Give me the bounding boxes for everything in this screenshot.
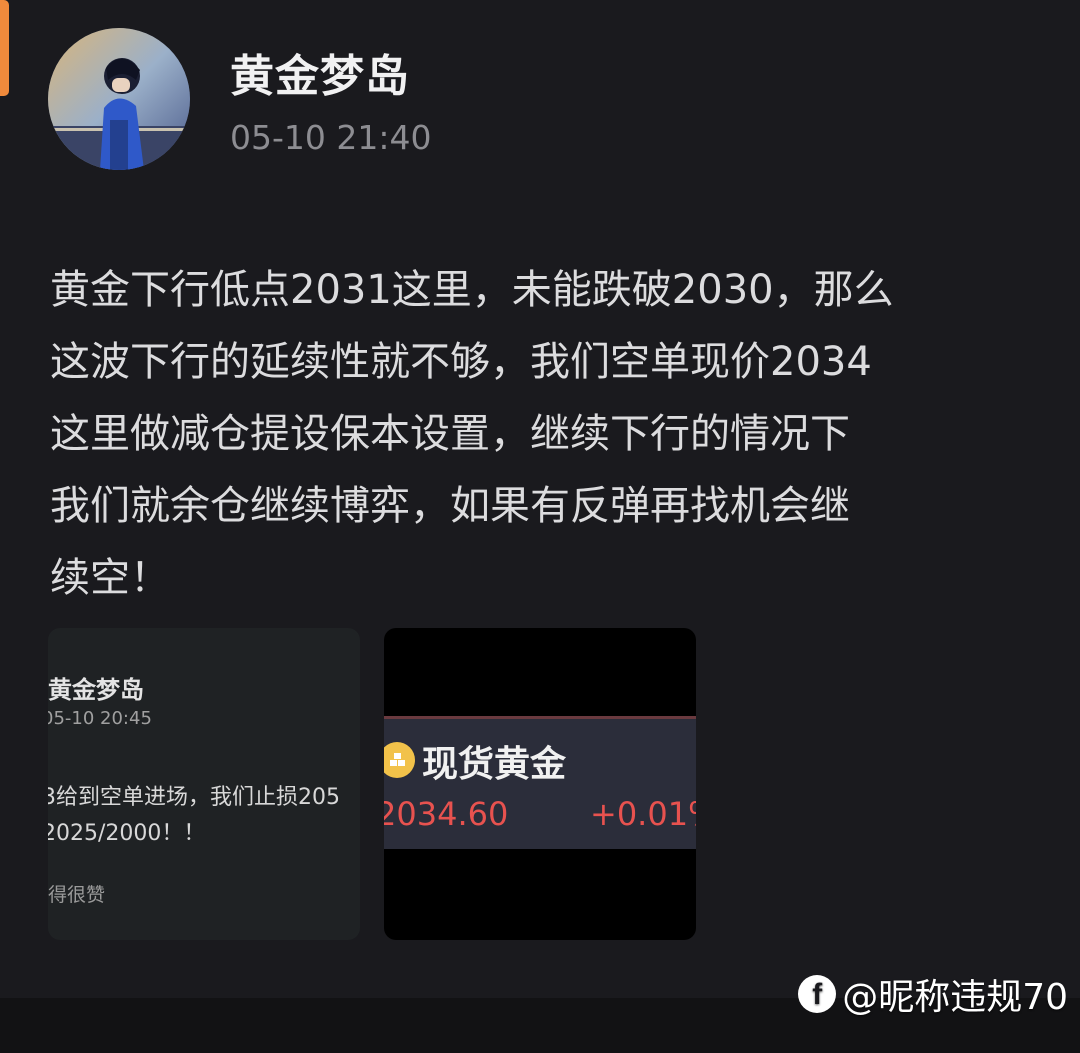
- facebook-icon: f: [798, 975, 837, 1013]
- thumb-post-text: 3给到空单进场，我们止损205 2025/2000！！: [48, 785, 340, 846]
- thumb-author-name: 黄金梦岛: [48, 676, 144, 704]
- avatar-illustration: [48, 28, 190, 170]
- avatar[interactable]: [48, 28, 190, 170]
- accent-indicator: [0, 0, 9, 96]
- attachment-image-gold-quote[interactable]: 现货黄金 2034.60 +0.01%: [384, 628, 696, 940]
- quote-title: 现货黄金: [422, 744, 567, 785]
- thumb-timestamp: 05-10 20:45: [48, 708, 152, 729]
- quote-panel: 现货黄金 2034.60 +0.01%: [384, 716, 696, 849]
- watermark-text: @昵称违规70: [842, 977, 1068, 1018]
- post-timestamp: 05-10 21:40: [230, 118, 432, 157]
- quote-price: 2034.60: [384, 795, 509, 833]
- watermark: f @昵称违规70: [798, 968, 1068, 1020]
- thumb-footer-text: 得很赞: [48, 884, 106, 906]
- post-body: 黄金下行低点2031这里，未能跌破2030，那么 这波下行的延续性就不够，我们空…: [50, 267, 894, 601]
- author-name[interactable]: 黄金梦岛: [230, 40, 410, 104]
- quote-change: +0.01%: [590, 795, 696, 833]
- attachment-image-post-screenshot[interactable]: 黄金梦岛 05-10 20:45 3给到空单进场，我们止损205 2025/20…: [48, 628, 360, 940]
- gold-coin-icon: [384, 742, 415, 778]
